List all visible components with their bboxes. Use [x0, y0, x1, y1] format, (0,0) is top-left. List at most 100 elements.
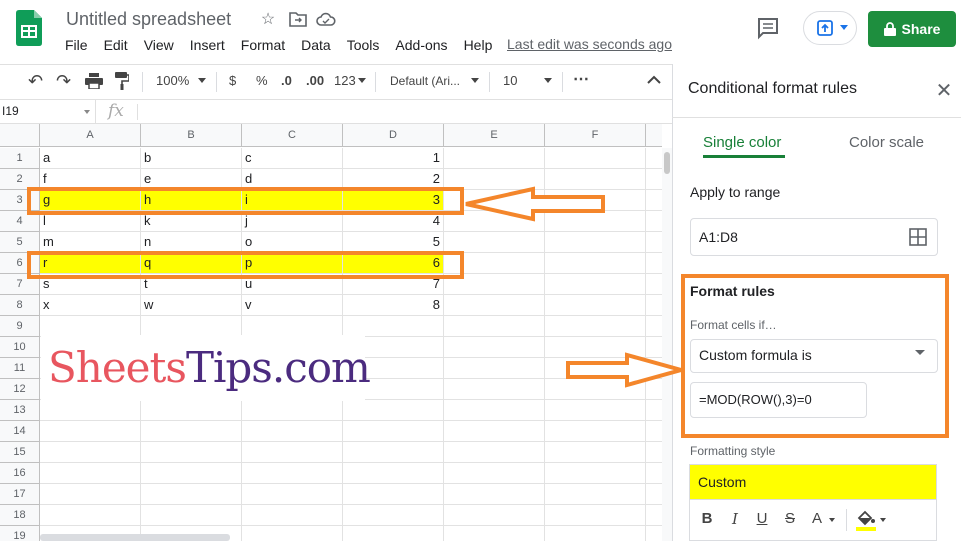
table-cell[interactable] — [242, 463, 343, 484]
table-cell[interactable] — [646, 421, 662, 442]
table-cell[interactable]: 5 — [343, 232, 444, 253]
text-color-icon[interactable]: A — [807, 509, 827, 531]
row-header[interactable]: 9 — [0, 316, 40, 337]
table-cell[interactable] — [646, 148, 662, 169]
range-input[interactable]: A1:D8 — [690, 218, 938, 256]
table-cell[interactable] — [40, 421, 141, 442]
bold-icon[interactable]: B — [697, 509, 717, 531]
row-header[interactable]: 5 — [0, 232, 40, 253]
row-header[interactable]: 8 — [0, 295, 40, 316]
column-header[interactable]: E — [444, 124, 545, 147]
tab-color-scale[interactable]: Color scale — [849, 134, 924, 151]
table-cell[interactable] — [545, 295, 646, 316]
menu-format[interactable]: Format — [233, 36, 293, 56]
sheets-logo[interactable] — [16, 10, 42, 46]
table-cell[interactable] — [646, 232, 662, 253]
table-cell[interactable] — [141, 505, 242, 526]
italic-icon[interactable]: I — [725, 509, 745, 531]
share-button[interactable]: Share — [868, 11, 956, 47]
table-cell[interactable] — [444, 316, 545, 337]
move-folder-icon[interactable] — [289, 11, 307, 27]
table-cell[interactable] — [40, 505, 141, 526]
percent-format-button[interactable]: % — [256, 71, 268, 91]
underline-icon[interactable]: U — [752, 509, 772, 531]
horizontal-scroll-thumb[interactable] — [40, 534, 230, 541]
close-icon[interactable]: ✕ — [933, 80, 955, 102]
table-cell[interactable] — [545, 253, 646, 274]
table-cell[interactable] — [141, 442, 242, 463]
table-cell[interactable] — [646, 211, 662, 232]
table-cell[interactable] — [40, 316, 141, 337]
table-cell[interactable] — [646, 295, 662, 316]
row-header[interactable]: 17 — [0, 484, 40, 505]
table-cell[interactable] — [444, 232, 545, 253]
table-cell[interactable]: 1 — [343, 148, 444, 169]
table-cell[interactable] — [545, 442, 646, 463]
vertical-scrollbar[interactable] — [662, 148, 672, 541]
name-box[interactable]: I19 — [0, 100, 96, 124]
table-cell[interactable] — [444, 421, 545, 442]
table-cell[interactable] — [343, 400, 444, 421]
table-cell[interactable] — [444, 526, 545, 541]
table-cell[interactable]: x — [40, 295, 141, 316]
cloud-saved-icon[interactable] — [316, 11, 336, 27]
table-cell[interactable] — [343, 442, 444, 463]
table-cell[interactable] — [545, 526, 646, 541]
table-cell[interactable] — [242, 421, 343, 442]
table-cell[interactable] — [343, 421, 444, 442]
table-cell[interactable] — [444, 442, 545, 463]
menu-add-ons[interactable]: Add-ons — [387, 36, 455, 56]
formatting-style-preview[interactable]: Custom — [689, 464, 937, 500]
table-cell[interactable] — [444, 295, 545, 316]
table-cell[interactable]: m — [40, 232, 141, 253]
table-cell[interactable] — [545, 505, 646, 526]
redo-icon[interactable]: ↷ — [56, 71, 71, 91]
table-cell[interactable] — [646, 484, 662, 505]
table-cell[interactable] — [444, 379, 545, 400]
table-cell[interactable] — [646, 253, 662, 274]
last-edit-link[interactable]: Last edit was seconds ago — [507, 36, 672, 52]
table-cell[interactable]: 8 — [343, 295, 444, 316]
table-cell[interactable] — [242, 400, 343, 421]
comment-history-icon[interactable] — [756, 16, 780, 40]
vertical-scroll-thumb[interactable] — [664, 152, 670, 174]
table-cell[interactable] — [545, 148, 646, 169]
table-cell[interactable]: a — [40, 148, 141, 169]
font-size-select[interactable]: 10 — [503, 71, 517, 91]
table-cell[interactable]: n — [141, 232, 242, 253]
doc-title[interactable]: Untitled spreadsheet — [66, 9, 231, 30]
strikethrough-icon[interactable]: S — [780, 509, 800, 531]
table-cell[interactable] — [343, 505, 444, 526]
menu-insert[interactable]: Insert — [182, 36, 233, 56]
table-cell[interactable] — [646, 442, 662, 463]
column-header[interactable]: D — [343, 124, 444, 147]
table-cell[interactable] — [141, 316, 242, 337]
font-family-select[interactable]: Default (Ari... — [390, 71, 460, 91]
more-options-button[interactable]: ⋯ — [573, 70, 589, 90]
row-header[interactable]: 15 — [0, 442, 40, 463]
table-cell[interactable] — [343, 484, 444, 505]
table-cell[interactable] — [646, 316, 662, 337]
table-cell[interactable] — [40, 400, 141, 421]
table-cell[interactable] — [545, 421, 646, 442]
table-cell[interactable] — [444, 505, 545, 526]
table-cell[interactable] — [242, 442, 343, 463]
column-header[interactable]: F — [545, 124, 646, 147]
present-button[interactable] — [803, 11, 857, 45]
menu-data[interactable]: Data — [293, 36, 339, 56]
table-cell[interactable]: v — [242, 295, 343, 316]
table-cell[interactable] — [141, 463, 242, 484]
table-cell[interactable] — [646, 190, 662, 211]
table-cell[interactable] — [141, 421, 242, 442]
table-cell[interactable] — [141, 484, 242, 505]
table-cell[interactable] — [444, 463, 545, 484]
increase-decimal-button[interactable]: .00 — [306, 71, 324, 91]
table-cell[interactable] — [242, 316, 343, 337]
zoom-select[interactable]: 100% — [156, 71, 189, 91]
row-header[interactable]: 18 — [0, 505, 40, 526]
row-header[interactable]: 12 — [0, 379, 40, 400]
table-cell[interactable] — [40, 442, 141, 463]
row-header[interactable]: 13 — [0, 400, 40, 421]
tab-single-color[interactable]: Single color — [703, 134, 781, 151]
table-cell[interactable] — [343, 316, 444, 337]
